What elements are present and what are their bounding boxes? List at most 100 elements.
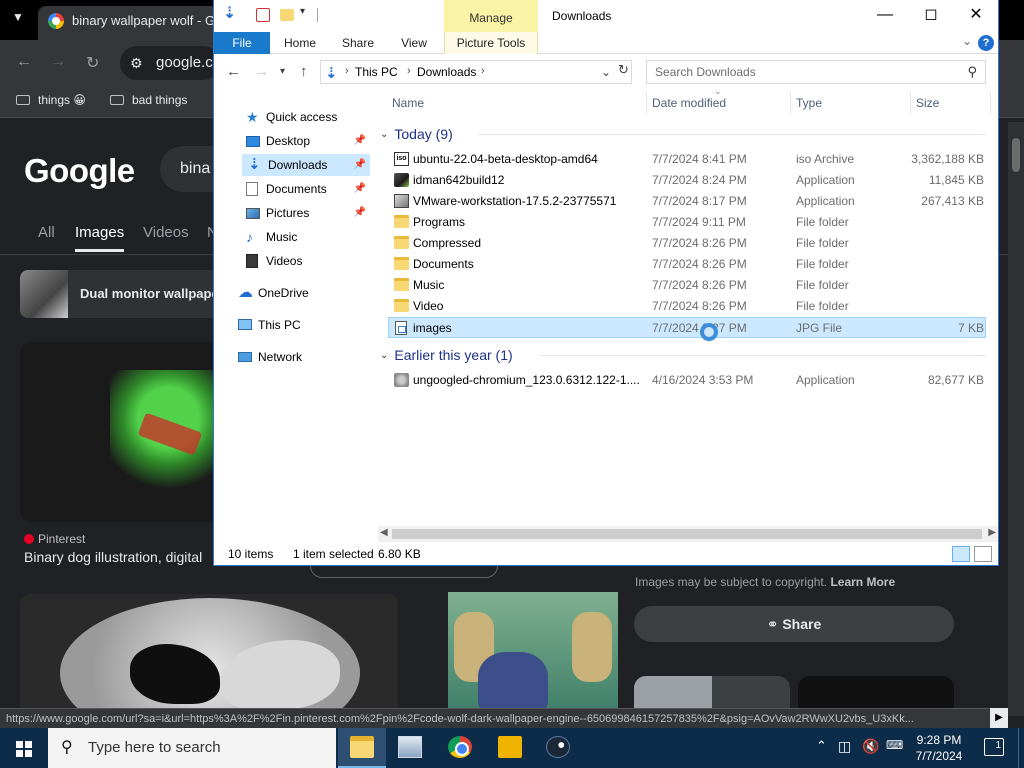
scrollbar-thumb[interactable] [392,529,982,539]
column-header-type[interactable]: Type [796,96,822,110]
nav-item-network[interactable]: Network [232,346,362,368]
table-row[interactable]: Documents 7/7/2024 8:26 PM File folder [388,254,986,275]
nav-item-quick-access[interactable]: ★ Quick access [240,106,370,128]
tab-file[interactable]: File [214,32,270,54]
table-row[interactable]: Music 7/7/2024 8:26 PM File folder [388,275,986,296]
image-title[interactable]: Binary dog illustration, digital [24,549,202,565]
column-divider[interactable] [790,92,791,114]
share-button[interactable]: ⚭ Share [634,606,954,642]
forward-icon[interactable]: → [50,53,66,71]
status-scroll-arrow-icon[interactable]: ▶ [990,708,1008,728]
close-icon[interactable]: ✕ [953,0,999,32]
image-result-binary-wolf[interactable] [20,342,220,522]
forward-icon[interactable]: → [254,63,269,80]
tab-share[interactable]: Share [336,32,380,54]
column-header-size[interactable]: Size [916,96,939,110]
taskbar-search-input[interactable]: ⚲ Type here to search [48,728,336,768]
chevron-right-icon[interactable]: › [345,65,349,77]
table-row[interactable]: iso ubuntu-22.04-beta-desktop-amd64 7/7/… [388,149,986,170]
nav-item-documents[interactable]: Documents 📌 [240,178,370,200]
nav-item-this-pc[interactable]: This PC [232,314,362,336]
large-icons-view-icon[interactable] [974,546,992,562]
scroll-right-icon[interactable]: ▶ [988,527,996,538]
recent-locations-icon[interactable]: ▾ [280,66,285,77]
refresh-icon[interactable]: ↻ [618,62,629,78]
scroll-left-icon[interactable]: ◀ [380,527,388,538]
column-divider[interactable] [646,92,647,114]
reload-icon[interactable]: ↻ [86,53,99,73]
chevron-down-icon[interactable]: ⌄ [380,129,388,140]
nav-item-pictures[interactable]: Pictures 📌 [240,202,370,224]
taskbar-this-pc[interactable] [386,728,434,768]
column-header-date[interactable]: Date modified [652,96,726,110]
expand-ribbon-icon[interactable]: ⌄ [962,34,972,48]
show-hidden-icons-icon[interactable]: ⌃ [816,738,827,768]
search-input[interactable]: Search Downloads ⚲ [646,60,986,84]
minimize-icon[interactable]: — [862,0,908,32]
image-source[interactable]: Pinterest [24,532,85,546]
table-row[interactable]: Video 7/7/2024 8:26 PM File folder [388,296,986,317]
up-icon[interactable]: ↑ [300,63,308,80]
pin-icon[interactable]: 📌 [354,130,366,152]
pin-icon[interactable]: 📌 [354,154,366,176]
tab-images[interactable]: Images [75,224,125,252]
taskbar-file-explorer[interactable] [338,728,386,768]
address-bar[interactable]: ⇣ › This PC › Downloads › ⌄ [320,60,632,84]
learn-more-link[interactable]: Learn More [830,575,895,589]
taskbar-steam[interactable] [534,728,582,768]
details-view-icon[interactable] [952,546,970,562]
quick-access-download-icon[interactable]: ⇣ [223,6,239,22]
nav-item-onedrive[interactable]: ☁ OneDrive [232,282,362,304]
related-search-card[interactable]: Dual monitor wallpape [20,270,220,318]
tab-videos[interactable]: Videos [143,224,189,241]
maximize-icon[interactable]: ◻ [908,0,954,32]
tab-search-icon[interactable]: ▼ [12,10,24,24]
keyboard-icon[interactable]: ⌨ [886,738,903,768]
column-divider[interactable] [910,92,911,114]
taskbar-chrome[interactable] [436,728,484,768]
properties-icon[interactable] [256,8,270,22]
chrome-tab[interactable]: binary wallpaper wolf - Go [38,6,218,40]
table-row[interactable]: Compressed 7/7/2024 8:26 PM File folder [388,233,986,254]
notification-center-icon[interactable]: 1 [984,738,1004,756]
table-row-selected[interactable]: images 7/7/2024 9:27 PM JPG File 7 KB [388,317,986,338]
column-divider[interactable] [990,92,991,114]
customize-toolbar-icon[interactable]: ▾ [300,6,316,22]
back-icon[interactable]: ← [16,53,32,71]
omnibox[interactable]: ⚙ google.co [120,46,221,80]
breadcrumb-this-pc[interactable]: This PC [355,65,398,79]
site-info-icon[interactable]: ⚙ [130,46,143,80]
help-icon[interactable]: ? [978,35,994,51]
image-result-fox-art[interactable] [448,592,618,714]
pin-icon[interactable]: 📌 [354,178,366,200]
nav-item-videos[interactable]: Videos [240,250,370,272]
start-button[interactable] [0,728,48,768]
google-logo[interactable]: Google [24,152,135,190]
nav-item-downloads[interactable]: ⇣ Downloads 📌 [242,154,370,176]
taskbar-vmware[interactable] [486,728,534,768]
group-header-today[interactable]: ⌄ Today (9) [380,126,453,146]
new-folder-icon[interactable] [280,9,294,21]
network-icon[interactable]: ◫ [838,738,851,768]
back-icon[interactable]: ← [226,63,241,80]
title-bar[interactable]: ⇣ ▾ Manage Downloads — ◻ ✕ [214,0,998,32]
column-header-name[interactable]: Name [392,96,424,110]
tab-all[interactable]: All [38,224,55,241]
pin-icon[interactable]: 📌 [354,202,366,224]
group-header-earlier[interactable]: ⌄ Earlier this year (1) [380,347,513,367]
scrollbar-thumb[interactable] [1012,138,1020,172]
table-row[interactable]: ungoogled-chromium_123.0.6312.122-1.... … [388,370,986,391]
chevron-right-icon[interactable]: › [407,65,411,77]
breadcrumb-downloads[interactable]: Downloads [417,65,476,79]
manage-context-tab[interactable]: Manage [444,0,538,32]
table-row[interactable]: idman642build12 7/7/2024 8:24 PM Applica… [388,170,986,191]
table-row[interactable]: VMware-workstation-17.5.2-23775571 7/7/2… [388,191,986,212]
chevron-down-icon[interactable]: ⌄ [601,65,611,79]
chevron-right-icon[interactable]: › [481,65,485,77]
table-row[interactable]: Programs 7/7/2024 9:11 PM File folder [388,212,986,233]
tab-view[interactable]: View [392,32,436,54]
nav-item-desktop[interactable]: Desktop 📌 [240,130,370,152]
horizontal-scrollbar[interactable]: ◀ ▶ [378,526,998,542]
tab-picture-tools[interactable]: Picture Tools [444,32,538,54]
volume-muted-icon[interactable]: 🔇 [862,738,879,768]
